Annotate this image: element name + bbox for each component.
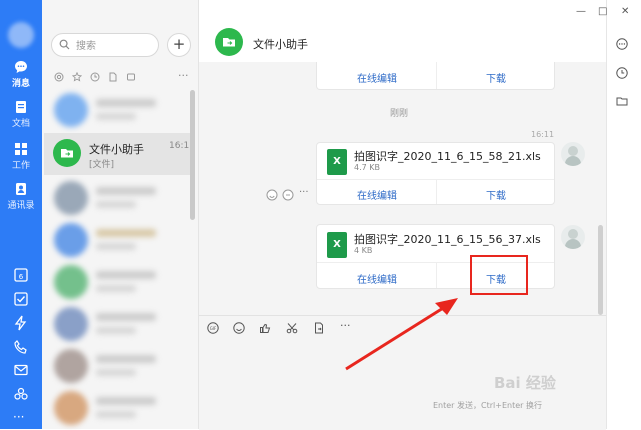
file-send-icon[interactable] [313,322,325,334]
chat-scrollbar[interactable] [598,225,603,315]
list-item[interactable] [44,261,194,303]
document-icon [16,101,26,113]
annotation-arrow [345,298,458,371]
online-edit-link[interactable]: 在线编辑 [357,70,397,85]
file-helper-avatar [53,139,81,167]
nav-item-contacts[interactable]: 通讯录 [0,182,42,211]
more-filters-icon[interactable]: ··· [178,69,189,82]
nav-label: 消息 [11,79,30,89]
list-item[interactable] [44,219,194,261]
chat-header [199,0,606,62]
list-item[interactable] [44,303,194,345]
phone-icon [14,340,27,354]
excel-file-icon: X [327,149,347,175]
nav-item-docs[interactable]: 文档 [0,100,42,129]
more-options-icon[interactable] [616,38,628,50]
at-icon[interactable] [54,72,64,82]
list-item[interactable] [44,345,194,387]
session-preview: [文件] [89,160,115,170]
right-rail [606,0,641,429]
list-item[interactable] [44,387,194,429]
search-icon [59,39,70,50]
session-name: 文件小助手 [89,143,144,156]
nav-label: 通讯录 [7,201,35,211]
my-avatar [561,225,585,249]
close-icon[interactable]: ✕ [621,6,629,17]
work-icon [15,143,27,155]
download-link[interactable]: 下载 [486,70,506,85]
nav-label: 工作 [11,161,30,171]
star-icon[interactable] [72,72,82,82]
highlight-box [470,255,528,295]
excel-file-icon: X [327,232,347,258]
emoji-icon[interactable] [233,322,245,334]
search-placeholder: 搜索 [76,41,96,52]
file-icon[interactable] [108,72,118,82]
call-button[interactable] [13,339,29,355]
folder-icon [61,149,73,158]
list-item[interactable] [44,177,194,219]
emoji-icon[interactable] [266,189,278,201]
scissors-icon[interactable] [286,322,298,334]
reply-icon[interactable] [282,189,294,201]
folder-icon [223,38,235,47]
file-size: 4 KB [354,246,373,255]
nav-label: 文档 [11,119,30,129]
todo-button[interactable] [13,291,29,307]
more-icon[interactable]: ··· [299,187,309,198]
online-edit-link[interactable]: 在线编辑 [357,271,397,286]
group-icon[interactable] [126,72,136,82]
message-time: 16:11 [531,130,555,139]
apps-button[interactable] [13,386,29,402]
thumbs-up-icon[interactable] [259,322,271,334]
chat-avatar [215,28,243,56]
file-size: 4.7 KB [354,163,380,172]
flash-button[interactable] [13,315,29,331]
list-item[interactable] [44,89,194,131]
clock-icon[interactable] [90,72,100,82]
download-link[interactable]: 下载 [486,187,506,202]
message-actions: ··· [266,187,312,202]
contacts-icon [16,183,26,195]
minimize-icon[interactable]: — [576,6,586,17]
svg-text:GIF: GIF [210,326,217,331]
my-avatar [561,142,585,166]
nav-item-work[interactable]: 工作 [0,142,42,171]
mail-icon [14,364,28,376]
send-hint: Enter 发送，Ctrl+Enter 换行 [433,401,542,410]
history-icon[interactable] [616,67,628,79]
online-edit-link[interactable]: 在线编辑 [357,187,397,202]
session-list-scrollbar[interactable] [190,90,195,220]
file-name: 拍图识字_2020_11_6_15_56_37.xls [354,233,541,246]
folder-icon[interactable] [616,95,628,107]
file-name: 拍图识字_2020_11_6_15_58_21.xls [354,150,541,163]
time-divider: 刚刚 [390,109,409,119]
mail-button[interactable] [13,362,29,378]
add-button[interactable]: + [167,33,191,57]
watermark: Bai 经验 [494,374,556,392]
chat-bubble-icon [15,61,27,73]
nav-item-messages[interactable]: 消息 [0,60,42,89]
chat-title: 文件小助手 [253,38,308,51]
avatar [54,93,88,127]
calendar-icon: 6 [14,268,28,282]
more-icon[interactable]: ··· [13,410,24,424]
gif-icon[interactable]: GIF [207,322,219,334]
maximize-icon[interactable]: □ [598,6,607,17]
cloud-icon [14,387,28,400]
checkbox-icon [14,292,28,306]
calendar-button[interactable]: 6 [13,267,29,283]
file-card-previous: 在线编辑 下载 [316,62,555,90]
calendar-day: 6 [19,273,24,281]
user-avatar[interactable] [8,22,34,48]
lightning-icon [14,315,27,331]
